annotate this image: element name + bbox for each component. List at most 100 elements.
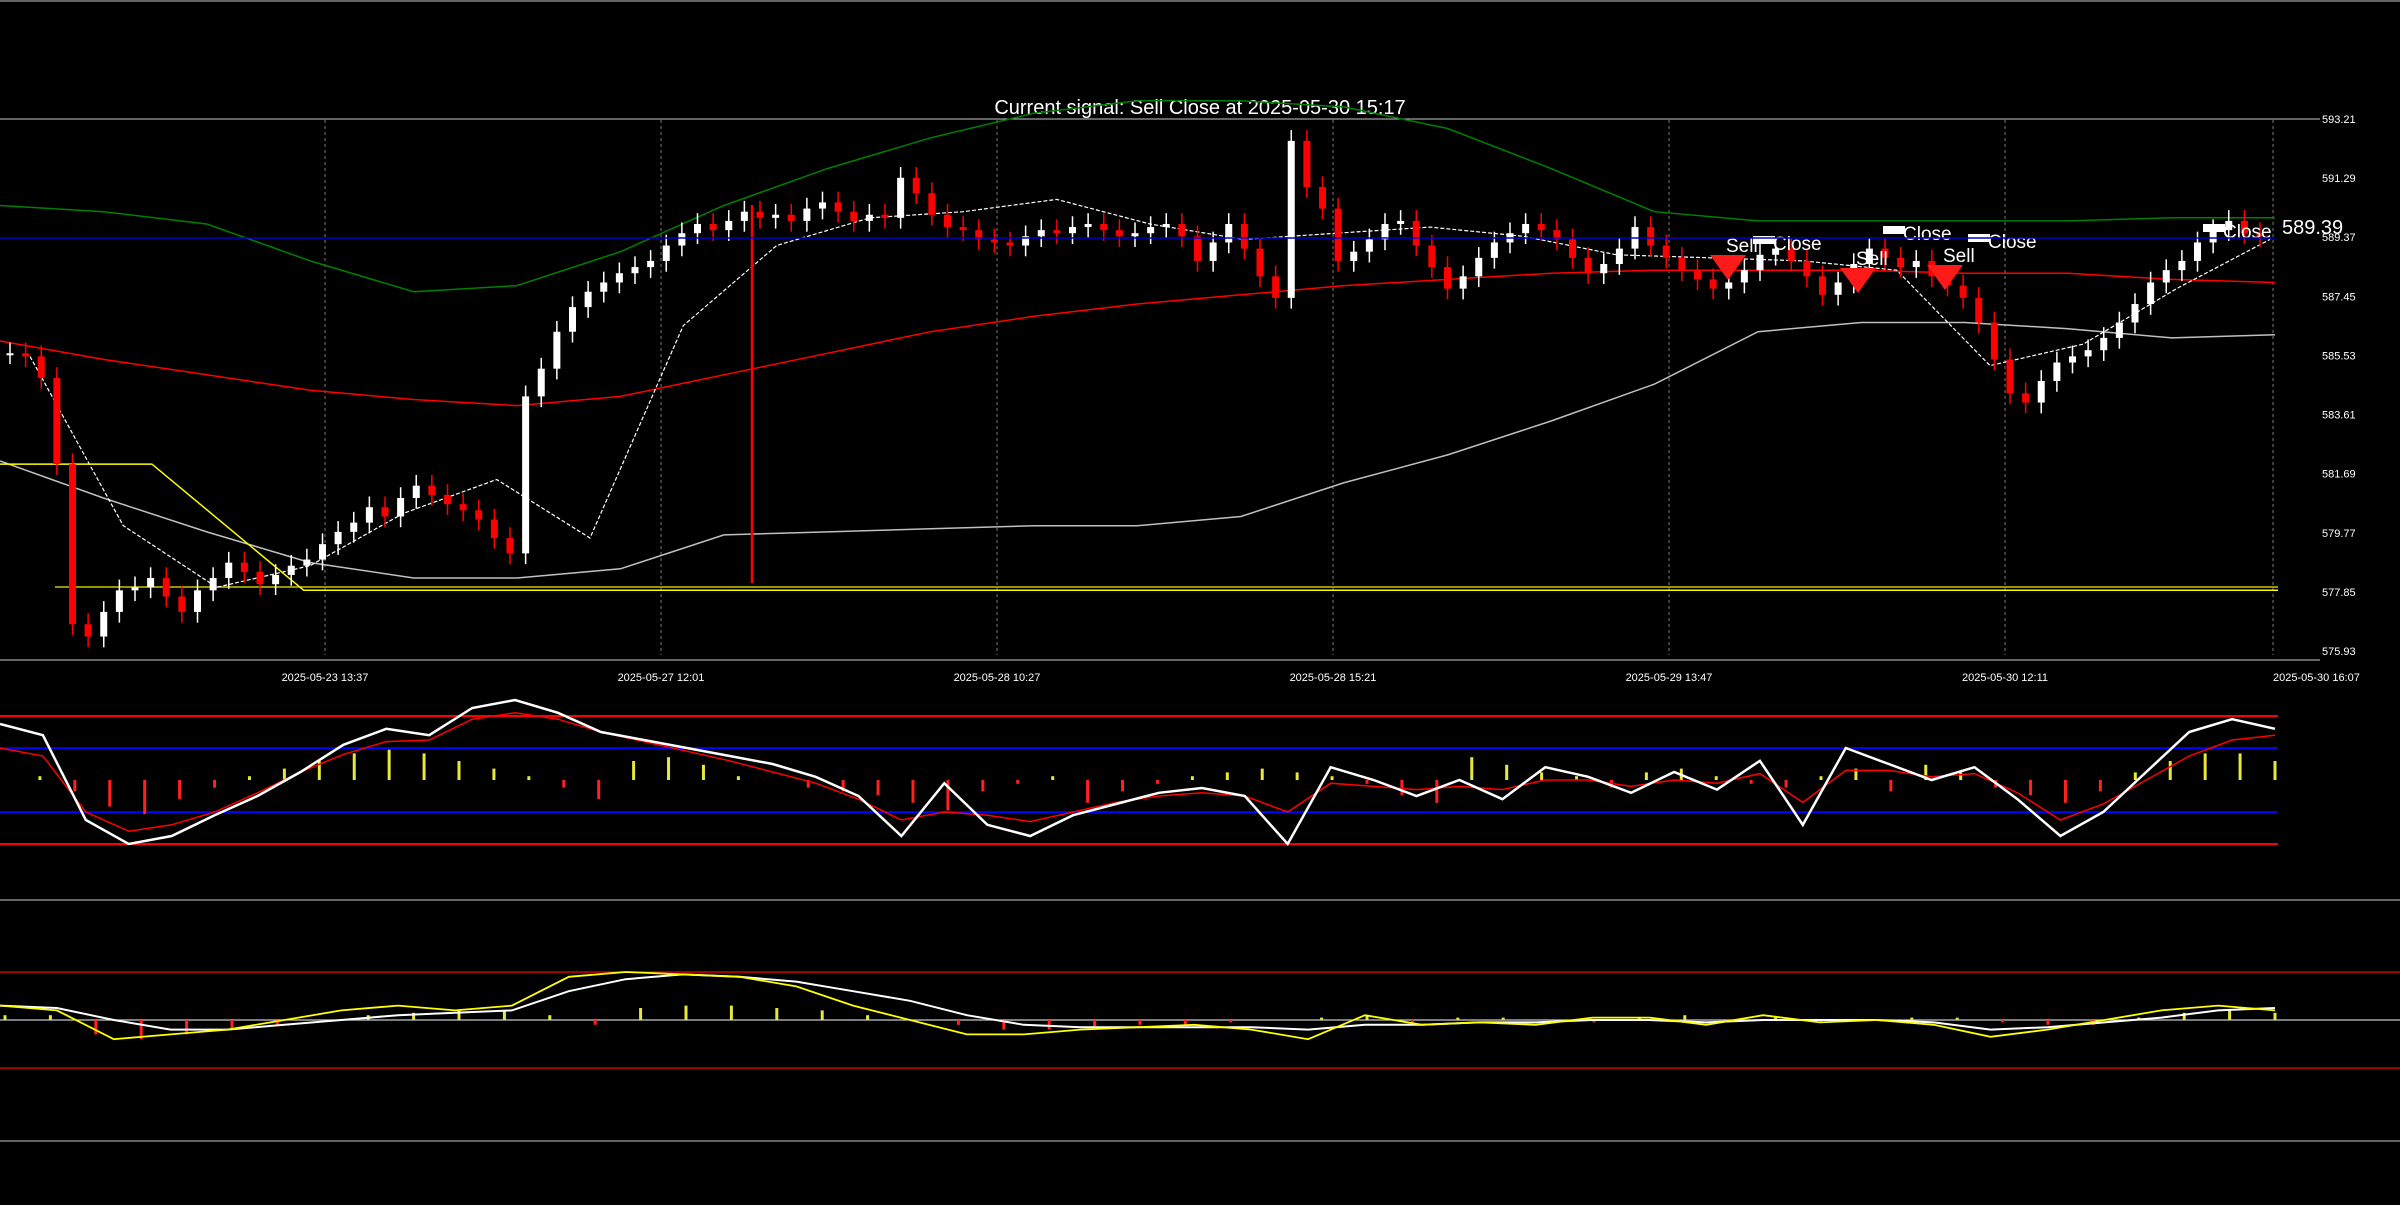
candle-body[interactable] <box>2178 260 2186 271</box>
candle-body[interactable] <box>881 214 889 218</box>
candle-body[interactable] <box>1084 223 1092 228</box>
candle-body[interactable] <box>1131 233 1139 237</box>
candle-body[interactable] <box>1178 223 1186 237</box>
candle-body[interactable] <box>1834 282 1842 295</box>
candle-body[interactable] <box>600 282 608 292</box>
candle-body[interactable] <box>725 220 733 231</box>
candle-body[interactable] <box>459 504 467 511</box>
candle-body[interactable] <box>1365 239 1373 252</box>
candle-body[interactable] <box>1053 230 1061 234</box>
candle-body[interactable] <box>912 177 920 194</box>
candle-body[interactable] <box>287 565 295 575</box>
candle-body[interactable] <box>37 356 45 378</box>
candle-body[interactable] <box>240 562 248 572</box>
candle-body[interactable] <box>162 578 170 597</box>
candle-body[interactable] <box>1428 245 1436 268</box>
candle-body[interactable] <box>53 377 61 465</box>
candle-body[interactable] <box>209 578 217 591</box>
candle-body[interactable] <box>2147 282 2155 305</box>
candle-body[interactable] <box>1600 264 1608 274</box>
candle-body[interactable] <box>1912 260 1920 268</box>
candle-body[interactable] <box>272 574 280 585</box>
candle-body[interactable] <box>1537 223 1545 231</box>
candle-body[interactable] <box>1381 223 1389 240</box>
candle-body[interactable] <box>787 214 795 221</box>
candle-body[interactable] <box>740 211 748 221</box>
candle-body[interactable] <box>1303 140 1311 188</box>
candle-body[interactable] <box>1475 257 1483 277</box>
candle-body[interactable] <box>1615 248 1623 265</box>
candle-body[interactable] <box>1194 236 1201 261</box>
candle-body[interactable] <box>631 267 639 274</box>
candle-body[interactable] <box>412 485 420 498</box>
candle-body[interactable] <box>100 611 108 637</box>
candle-body[interactable] <box>1334 208 1342 261</box>
candle-body[interactable] <box>1069 227 1076 234</box>
candle-body[interactable] <box>944 214 951 228</box>
candle-body[interactable] <box>1662 245 1670 258</box>
candle-body[interactable] <box>256 571 264 585</box>
candle-body[interactable] <box>1584 257 1592 274</box>
candle-body[interactable] <box>1319 187 1326 209</box>
candle-body[interactable] <box>1147 227 1155 234</box>
candle-body[interactable] <box>1897 257 1905 268</box>
candle-body[interactable] <box>1647 227 1655 246</box>
candle-body[interactable] <box>444 494 451 505</box>
candle-body[interactable] <box>1803 260 1811 277</box>
candle-body[interactable] <box>69 464 76 625</box>
candle-body[interactable] <box>1725 282 1733 289</box>
candle-body[interactable] <box>819 202 826 209</box>
candle-body[interactable] <box>1256 248 1264 277</box>
candle-body[interactable] <box>772 214 780 218</box>
candle-body[interactable] <box>584 291 592 308</box>
candle-body[interactable] <box>1115 230 1123 237</box>
candle-body[interactable] <box>2053 362 2061 381</box>
candle-body[interactable] <box>1287 140 1295 298</box>
candle-body[interactable] <box>1272 276 1280 298</box>
candle-body[interactable] <box>2194 242 2201 261</box>
candle-body[interactable] <box>2100 337 2108 351</box>
candle-body[interactable] <box>381 507 389 517</box>
candle-body[interactable] <box>522 396 530 554</box>
candle-body[interactable] <box>319 544 326 560</box>
candle-body[interactable] <box>2006 359 2014 394</box>
candle-body[interactable] <box>1006 242 1014 246</box>
candle-body[interactable] <box>694 223 701 234</box>
candle-body[interactable] <box>490 519 498 539</box>
candle-body[interactable] <box>1209 242 1217 261</box>
candle-body[interactable] <box>897 177 905 218</box>
candle-body[interactable] <box>1959 285 1967 298</box>
candle-body[interactable] <box>1490 242 1498 258</box>
candle-body[interactable] <box>1522 223 1530 234</box>
candle-body[interactable] <box>1037 230 1045 237</box>
candle-body[interactable] <box>2069 356 2076 363</box>
candle-body[interactable] <box>131 587 139 591</box>
candle-body[interactable] <box>1975 297 1983 323</box>
candle-body[interactable] <box>115 590 123 612</box>
candle-body[interactable] <box>2162 270 2170 283</box>
candle-body[interactable] <box>2131 304 2139 323</box>
chart-canvas[interactable]: Current signal: Sell Close at 2025-05-30… <box>0 0 2400 1200</box>
candle-body[interactable] <box>178 596 186 612</box>
candle-body[interactable] <box>928 193 936 215</box>
candle-body[interactable] <box>1162 223 1170 228</box>
candle-body[interactable] <box>1397 220 1405 224</box>
candle-body[interactable] <box>1819 276 1826 295</box>
candle-body[interactable] <box>756 211 764 218</box>
candle-body[interactable] <box>990 239 998 243</box>
candle-body[interactable] <box>2084 350 2092 357</box>
candle-body[interactable] <box>334 531 342 545</box>
candle-body[interactable] <box>397 497 405 517</box>
candle-body[interactable] <box>1709 279 1717 289</box>
candle-body[interactable] <box>537 368 545 397</box>
candle-body[interactable] <box>959 227 967 231</box>
candle-body[interactable] <box>1740 270 1748 283</box>
candle-body[interactable] <box>506 538 514 554</box>
candle-body[interactable] <box>194 590 201 612</box>
candle-body[interactable] <box>2022 393 2030 403</box>
candle-body[interactable] <box>1444 267 1451 289</box>
candle-body[interactable] <box>1694 270 1701 280</box>
candle-body[interactable] <box>1240 223 1248 249</box>
candle-body[interactable] <box>834 202 842 212</box>
candle-body[interactable] <box>615 273 623 283</box>
